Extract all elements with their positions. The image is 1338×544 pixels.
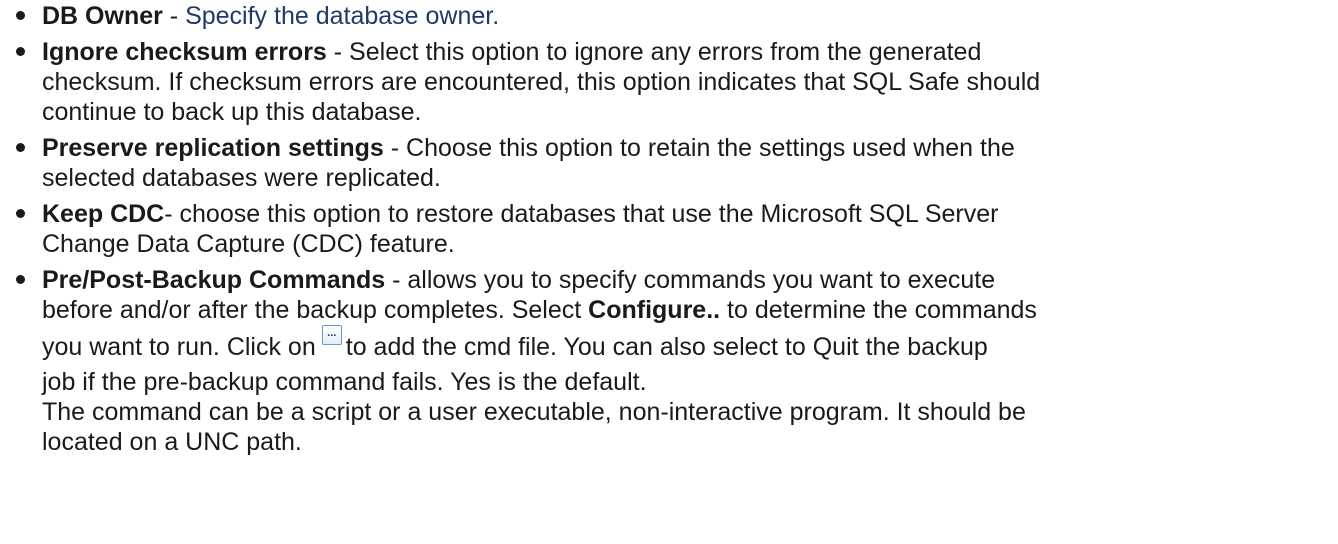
commands-term: Pre/Post-Backup Commands — [42, 266, 386, 294]
ignore-checksum-text-1: - Select this option to ignore any error… — [326, 38, 982, 66]
commands-text-1: - allows you to specify commands you wan… — [385, 266, 996, 294]
commands-line-3: you want to run. Click on... to add the c… — [42, 325, 1338, 367]
keep-cdc-term: Keep CDC — [42, 200, 165, 228]
ignore-checksum-line-3: continue to back up this database. — [42, 98, 422, 126]
keep-cdc-line-1: Keep CDC- choose this option to restore … — [42, 199, 1338, 229]
commands-line-6: located on a UNC path. — [42, 428, 302, 456]
ignore-checksum-line-2: checksum. If checksum errors are encount… — [42, 68, 1041, 96]
commands-text-2a: before and/or after the backup completes… — [42, 296, 589, 324]
db-owner-description: Specify the database owner. — [185, 2, 500, 30]
preserve-replication-text-1: - Choose this option to retain the setti… — [383, 134, 1015, 162]
list-item-db-owner: DB Owner - Specify the database owner. — [0, 1, 1338, 31]
configure-label: Configure.. — [588, 296, 721, 324]
preserve-replication-line-1: Preserve replication settings - Choose t… — [42, 133, 1338, 163]
list-item-pre-post-backup-commands: Pre/Post-Backup Commands - allows you to… — [0, 265, 1338, 457]
options-list: DB Owner - Specify the database owner. I… — [0, 1, 1338, 457]
commands-text-3b: to add the cmd file. You can also select… — [345, 333, 988, 361]
db-owner-line: DB Owner - Specify the database owner. — [42, 1, 1338, 31]
commands-line-4: job if the pre-backup command fails. Yes… — [42, 368, 647, 396]
list-item-keep-cdc: Keep CDC- choose this option to restore … — [0, 199, 1338, 259]
ellipsis-button-icon: ... — [321, 325, 342, 345]
ignore-checksum-term: Ignore checksum errors — [42, 38, 327, 66]
db-owner-term: DB Owner — [42, 2, 163, 30]
ignore-checksum-line-1: Ignore checksum errors - Select this opt… — [42, 37, 1338, 67]
commands-line-1: Pre/Post-Backup Commands - allows you to… — [42, 265, 1338, 295]
list-item-ignore-checksum: Ignore checksum errors - Select this opt… — [0, 37, 1338, 127]
db-owner-separator: - — [162, 2, 186, 30]
commands-text-2b: to determine the commands — [720, 296, 1037, 324]
preserve-replication-term: Preserve replication settings — [42, 134, 384, 162]
commands-line-5: The command can be a script or a user ex… — [42, 398, 1026, 426]
preserve-replication-line-2: selected databases were replicated. — [42, 164, 441, 192]
list-item-preserve-replication: Preserve replication settings - Choose t… — [0, 133, 1338, 193]
commands-line-2: before and/or after the backup completes… — [42, 295, 1338, 325]
ellipsis-dots: ... — [327, 327, 337, 339]
keep-cdc-line-2: Change Data Capture (CDC) feature. — [42, 230, 455, 258]
keep-cdc-text-1: - choose this option to restore database… — [164, 200, 999, 228]
document-body: DB Owner - Specify the database owner. I… — [0, 0, 1338, 544]
commands-text-3a: you want to run. Click on — [42, 333, 316, 361]
